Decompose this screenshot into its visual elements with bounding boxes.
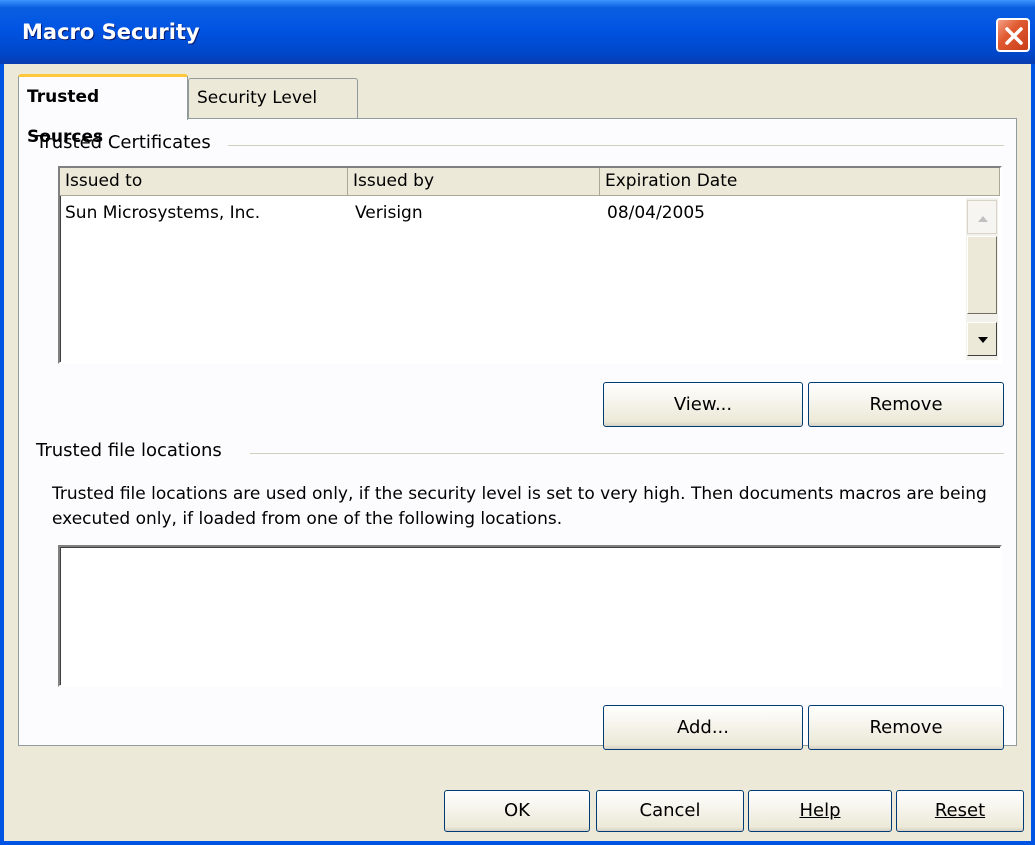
remove-certificate-button[interactable]: Remove — [808, 382, 1004, 427]
view-certificate-button[interactable]: View... — [603, 382, 803, 427]
certificates-list[interactable]: Issued to Issued by Expiration Date Sun … — [58, 166, 1002, 364]
column-header-expiration-date[interactable]: Expiration Date — [600, 168, 1000, 196]
tab-trusted-sources[interactable]: Trusted Sources — [18, 74, 188, 147]
close-icon — [1005, 27, 1023, 45]
group-divider — [250, 453, 1004, 454]
trusted-locations-description: Trusted file locations are used only, if… — [52, 484, 987, 529]
cell-issued-to: Sun Microsystems, Inc. — [65, 203, 261, 223]
scroll-down-button[interactable] — [967, 322, 997, 356]
arrow-up-icon — [978, 216, 988, 222]
title-bar[interactable]: Macro Security — [0, 0, 1035, 64]
scroll-up-button[interactable] — [967, 200, 997, 234]
tab-security-level[interactable]: Security Level — [188, 78, 358, 118]
locations-list[interactable] — [58, 545, 1002, 687]
cancel-button[interactable]: Cancel — [596, 790, 744, 832]
reset-button[interactable]: Reset — [896, 790, 1024, 832]
group-divider — [228, 145, 1004, 146]
column-header-issued-to[interactable]: Issued to — [60, 168, 348, 196]
help-button[interactable]: Help — [748, 790, 892, 832]
cell-issued-by: Verisign — [355, 203, 423, 223]
window-title: Macro Security — [22, 20, 200, 44]
add-location-button[interactable]: Add... — [603, 705, 803, 750]
arrow-down-icon — [978, 337, 988, 343]
cell-expiration: 08/04/2005 — [607, 203, 705, 223]
vertical-scrollbar[interactable] — [966, 198, 998, 360]
close-button[interactable] — [996, 18, 1030, 52]
remove-location-button[interactable]: Remove — [808, 705, 1004, 750]
trusted-locations-label: Trusted file locations — [36, 440, 228, 461]
ok-button[interactable]: OK — [444, 790, 590, 832]
scroll-thumb[interactable] — [967, 236, 997, 314]
column-header-issued-by[interactable]: Issued by — [348, 168, 600, 196]
